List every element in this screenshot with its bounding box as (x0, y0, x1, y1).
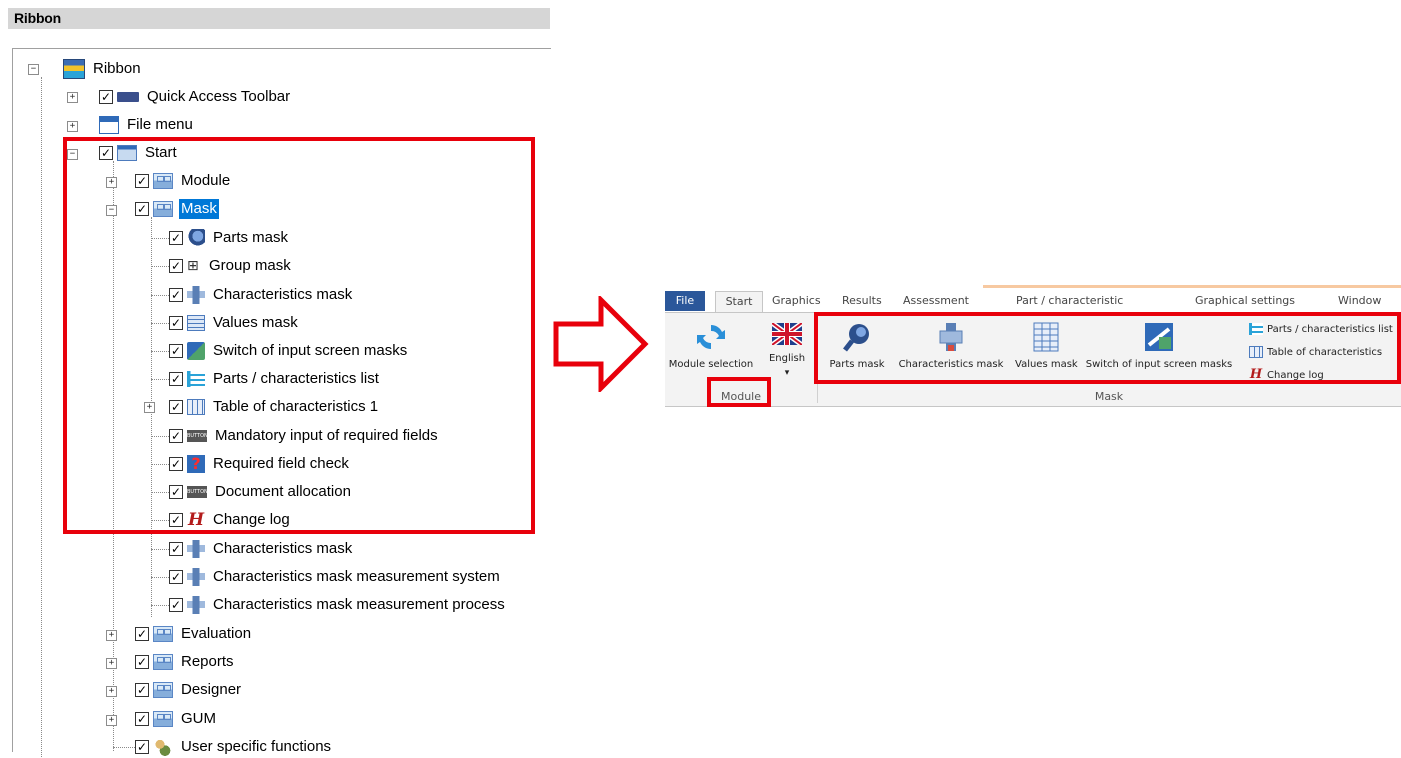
tree-guide (151, 605, 169, 606)
tab-file[interactable]: File (665, 291, 705, 311)
tree-node-label: Characteristics mask measurement process (213, 596, 505, 613)
toolbar-group-icon (153, 711, 173, 727)
tab-part-characteristic[interactable]: Part / characteristic (1016, 291, 1123, 311)
arrow-right-icon (553, 296, 649, 392)
expand-toggle[interactable]: + (67, 92, 78, 103)
tree-node-characteristics-mask-2[interactable]: ✓ Characteristics mask (169, 538, 354, 560)
expand-toggle[interactable]: + (106, 658, 117, 669)
toolbar-icon (117, 92, 139, 102)
collapse-toggle[interactable]: − (28, 64, 39, 75)
checkbox[interactable]: ✓ (135, 683, 149, 697)
tree-node-user-specific-functions[interactable]: ✓ User specific functions (135, 736, 333, 758)
refresh-icon (697, 324, 725, 350)
characteristics-mask-icon (187, 568, 205, 586)
checkbox[interactable]: ✓ (135, 712, 149, 726)
tab-graphical-settings[interactable]: Graphical settings (1195, 291, 1295, 311)
tab-results[interactable]: Results (842, 291, 882, 311)
user-functions-icon (153, 738, 173, 756)
checkbox[interactable]: ✓ (99, 90, 113, 104)
tab-graphics[interactable]: Graphics (772, 291, 821, 311)
tree-node-label: Reports (181, 653, 234, 670)
ribbon-tabs: File Start Graphics Results Assessment P… (665, 285, 1401, 313)
tree-node-file-menu[interactable]: File menu (99, 114, 195, 136)
file-menu-icon (99, 116, 119, 134)
group-label-mask: Mask (1094, 390, 1124, 403)
tree-node-label: Characteristics mask measurement system (213, 568, 500, 585)
ribbon-module-highlight-box (707, 377, 771, 407)
tree-node-label: Characteristics mask (213, 540, 353, 557)
checkbox[interactable]: ✓ (135, 740, 149, 754)
tab-assessment[interactable]: Assessment (903, 291, 969, 311)
button-label: Module selection (668, 359, 754, 370)
ribbon-icon (63, 59, 85, 79)
tree-guide (113, 747, 135, 748)
expand-toggle[interactable]: + (106, 686, 117, 697)
tree-guide (151, 577, 169, 578)
tree-node-quick-access-toolbar[interactable]: ✓ Quick Access Toolbar (99, 86, 292, 108)
panel-header: Ribbon (8, 8, 550, 29)
tree-guide (41, 77, 42, 757)
tree-node-ribbon[interactable]: Ribbon (63, 58, 143, 80)
tree-node-gum[interactable]: ✓ GUM (135, 708, 218, 730)
checkbox[interactable]: ✓ (169, 598, 183, 612)
tree-guide (151, 549, 169, 550)
tree-node-designer[interactable]: ✓ Designer (135, 679, 243, 701)
toolbar-group-icon (153, 654, 173, 670)
tree-node-label: User specific functions (181, 738, 332, 755)
checkbox[interactable]: ✓ (135, 627, 149, 641)
tree-node-label: Quick Access Toolbar (147, 88, 291, 105)
characteristics-mask-icon (187, 596, 205, 614)
uk-flag-icon (772, 323, 802, 345)
checkbox[interactable]: ✓ (135, 655, 149, 669)
contextual-tab-bar (983, 285, 1401, 288)
tree-highlight-box (63, 137, 535, 534)
expand-toggle[interactable]: + (106, 715, 117, 726)
tree-node-evaluation[interactable]: ✓ Evaluation (135, 623, 253, 645)
tree-node-label: Ribbon (93, 60, 141, 77)
checkbox[interactable]: ✓ (169, 570, 183, 584)
tree-node-characteristics-mask-measurement-system[interactable]: ✓ Characteristics mask measurement syste… (169, 566, 502, 588)
toolbar-group-icon (153, 682, 173, 698)
characteristics-mask-icon (187, 540, 205, 558)
panel-title: Ribbon (14, 10, 62, 26)
tab-window[interactable]: Window (1338, 291, 1381, 311)
tree-node-label: File menu (127, 116, 193, 133)
tree-node-characteristics-mask-measurement-process[interactable]: ✓ Characteristics mask measurement proce… (169, 594, 507, 616)
toolbar-group-icon (153, 626, 173, 642)
checkbox[interactable]: ✓ (169, 542, 183, 556)
ribbon-mask-highlight-box (814, 312, 1401, 384)
language-button[interactable]: English ▾ (764, 323, 810, 378)
expand-toggle[interactable]: + (106, 630, 117, 641)
tree-node-label: GUM (181, 710, 216, 727)
tab-start[interactable]: Start (715, 291, 763, 313)
module-selection-button[interactable]: Module selection (665, 321, 757, 370)
expand-toggle[interactable]: + (67, 121, 78, 132)
tree-node-label: Evaluation (181, 625, 252, 642)
tree-node-reports[interactable]: ✓ Reports (135, 651, 236, 673)
button-label: English (768, 353, 806, 364)
tree-node-label: Designer (181, 681, 242, 698)
